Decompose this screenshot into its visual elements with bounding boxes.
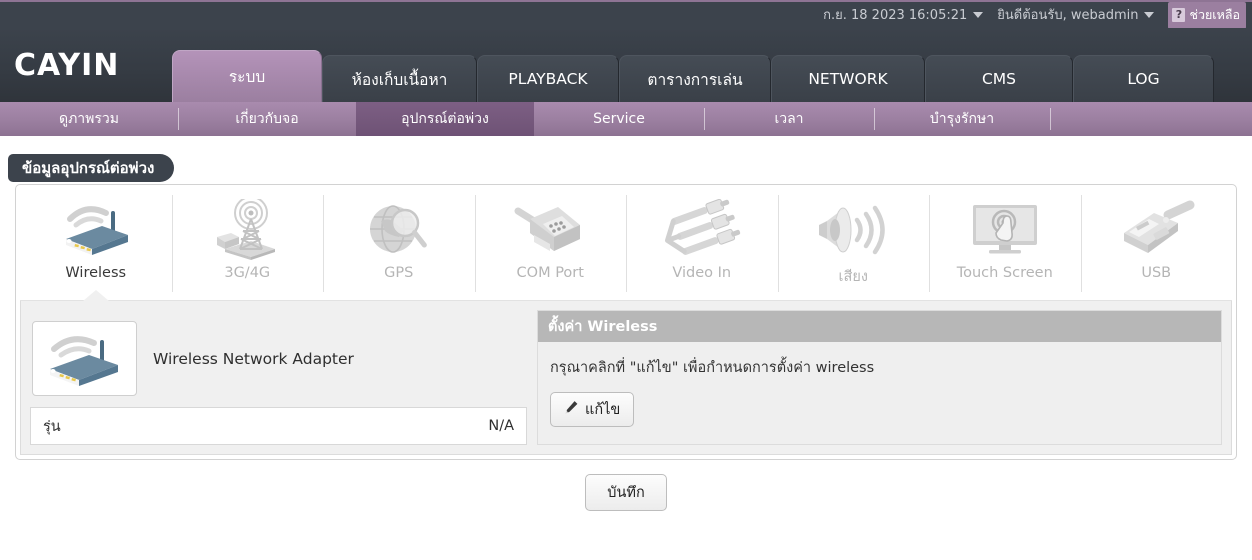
serial-port-icon xyxy=(508,197,592,263)
subnav-item-peripherals[interactable]: อุปกรณ์ต่อพ่วง xyxy=(356,102,534,136)
usb-connector-icon xyxy=(1114,197,1198,263)
subnav-item-time[interactable]: เวลา xyxy=(704,102,874,136)
subnav-item-overview[interactable]: ดูภาพรวม xyxy=(0,102,178,136)
tab-log[interactable]: LOG xyxy=(1073,55,1214,102)
brand-logo: CAYIN xyxy=(0,28,172,102)
device-label: Video In xyxy=(672,265,732,281)
tab-label: PLAYBACK xyxy=(508,70,588,88)
main-navigation: CAYIN ระบบ ห้องเก็บเนื้อหา PLAYBACK ตารา… xyxy=(0,28,1252,102)
tab-label: LOG xyxy=(1127,70,1160,88)
tab-playback[interactable]: PLAYBACK xyxy=(477,55,619,102)
subnav-item-display[interactable]: เกี่ยวกับจอ xyxy=(178,102,356,136)
tab-label: NETWORK xyxy=(808,70,888,88)
device-icon-strip: Wireless 3G/4G GPS COM Port Video In เสี… xyxy=(20,189,1232,301)
tab-label: CMS xyxy=(981,70,1017,88)
subnav-label: บำรุงรักษา xyxy=(929,111,995,127)
top-utility-bar: ก.ย. 18 2023 16:05:21 ยินดีต้อนรับ, weba… xyxy=(0,0,1252,29)
device-label: เสียง xyxy=(838,269,868,285)
device-label: 3G/4G xyxy=(224,265,271,281)
globe-magnifier-icon xyxy=(357,197,441,263)
device-audio[interactable]: เสียง xyxy=(777,189,930,300)
device-gps[interactable]: GPS xyxy=(323,189,475,300)
save-button[interactable]: บันทึก xyxy=(585,474,667,511)
rca-cables-icon xyxy=(660,197,744,263)
model-value: N/A xyxy=(488,418,514,434)
cell-tower-icon xyxy=(205,197,289,263)
subnav-label: เกี่ยวกับจอ xyxy=(235,111,299,127)
tab-label: ระบบ xyxy=(228,68,266,86)
device-wireless[interactable]: Wireless xyxy=(20,189,172,301)
subnav-label: เวลา xyxy=(774,111,804,127)
subnav-label: อุปกรณ์ต่อพ่วง xyxy=(401,111,489,127)
pencil-icon xyxy=(564,400,579,419)
settings-hint: กรุณาคลิกที่ "แก้ไข" เพื่อกำหนดการตั้งค่… xyxy=(550,360,875,376)
adapter-info-panel: Wireless Network Adapter รุ่น N/A xyxy=(30,310,527,445)
sub-navigation: ดูภาพรวม เกี่ยวกับจอ อุปกรณ์ต่อพ่วง Serv… xyxy=(0,102,1252,136)
tab-content-library[interactable]: ห้องเก็บเนื้อหา xyxy=(322,55,477,102)
device-label: GPS xyxy=(384,265,414,281)
peripheral-card: Wireless 3G/4G GPS COM Port Video In เสี… xyxy=(15,184,1237,460)
tab-cms[interactable]: CMS xyxy=(925,55,1073,102)
chevron-down-icon xyxy=(1144,12,1155,18)
question-mark-icon: ? xyxy=(1172,7,1186,22)
wireless-router-icon xyxy=(32,321,137,396)
edit-button[interactable]: แก้ไข xyxy=(550,392,635,427)
model-label: รุ่น xyxy=(43,418,61,435)
device-touch-screen[interactable]: Touch Screen xyxy=(929,189,1081,300)
subnav-item-service[interactable]: Service xyxy=(534,102,704,136)
tab-network[interactable]: NETWORK xyxy=(771,55,925,102)
page-title: ข้อมูลอุปกรณ์ต่อพ่วง xyxy=(8,154,175,182)
user-menu[interactable]: ยินดีต้อนรับ, webadmin xyxy=(997,7,1155,23)
adapter-name: Wireless Network Adapter xyxy=(153,349,354,368)
subnav-label: ดูภาพรวม xyxy=(58,111,120,127)
device-com-port[interactable]: COM Port xyxy=(474,189,627,300)
footer-actions: บันทึก xyxy=(0,474,1252,511)
subnav-label: Service xyxy=(593,111,645,127)
datetime-menu[interactable]: ก.ย. 18 2023 16:05:21 xyxy=(823,7,984,23)
tab-label: ห้องเก็บเนื้อหา xyxy=(351,70,448,89)
cayin-logo-text: CAYIN xyxy=(14,47,120,83)
tab-system[interactable]: ระบบ xyxy=(172,50,322,102)
device-video-in[interactable]: Video In xyxy=(626,189,778,300)
datetime-label: ก.ย. 18 2023 16:05:21 xyxy=(823,7,968,23)
save-label: บันทึก xyxy=(607,485,645,501)
subnav-spacer xyxy=(1050,102,1252,136)
device-label: Wireless xyxy=(65,265,127,281)
tab-schedule[interactable]: ตารางการเล่น xyxy=(619,55,771,102)
edit-label: แก้ไข xyxy=(585,402,621,418)
settings-panel-body: กรุณาคลิกที่ "แก้ไข" เพื่อกำหนดการตั้งค่… xyxy=(538,342,1221,427)
welcome-label: ยินดีต้อนรับ, webadmin xyxy=(997,7,1139,23)
help-label: ช่วยเหลือ xyxy=(1189,6,1240,22)
device-usb[interactable]: USB xyxy=(1080,189,1233,300)
subnav-item-maintenance[interactable]: บำรุงรักษา xyxy=(874,102,1050,136)
device-label: Touch Screen xyxy=(956,265,1053,281)
speaker-icon xyxy=(811,197,895,263)
device-detail-panels: Wireless Network Adapter รุ่น N/A ตั้งค่… xyxy=(20,301,1232,455)
wireless-router-icon xyxy=(54,197,138,263)
device-label: USB xyxy=(1141,265,1172,281)
device-label: COM Port xyxy=(516,265,584,281)
wireless-settings-panel: ตั้งค่า Wireless กรุณาคลิกที่ "แก้ไข" เพ… xyxy=(537,310,1222,445)
page-title-area: ข้อมูลอุปกรณ์ต่อพ่วง xyxy=(0,136,1252,182)
main-tab-list: ระบบ ห้องเก็บเนื้อหา PLAYBACK ตารางการเล… xyxy=(172,28,1252,102)
selected-device-pointer xyxy=(82,290,109,301)
touch-screen-icon xyxy=(963,197,1047,263)
adapter-summary-row: Wireless Network Adapter xyxy=(30,310,527,407)
chevron-down-icon xyxy=(973,12,984,18)
settings-panel-header: ตั้งค่า Wireless xyxy=(538,311,1221,342)
help-button[interactable]: ? ช่วยเหลือ xyxy=(1168,1,1246,29)
model-row: รุ่น N/A xyxy=(30,407,527,445)
tab-label: ตารางการเล่น xyxy=(647,70,743,89)
device-3g-4g[interactable]: 3G/4G xyxy=(171,189,324,300)
